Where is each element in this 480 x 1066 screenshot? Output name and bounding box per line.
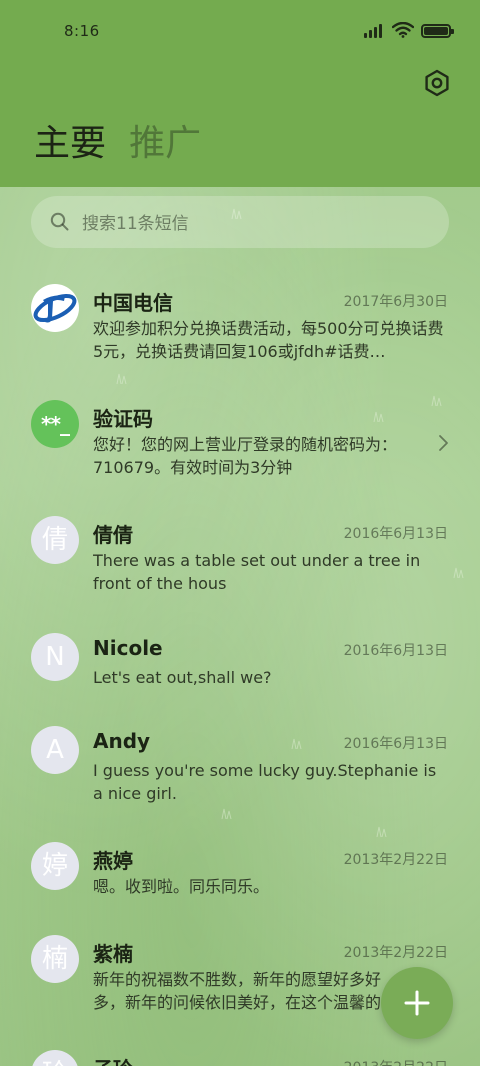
message-date: 2016年6月13日 [343,643,448,659]
contact-name: 验证码 [93,407,153,431]
china-telecom-logo-icon [32,285,78,331]
settings-icon[interactable] [422,68,452,98]
message-preview: 欢迎参加积分兑换话费活动，每500分可兑换话费5元，兑换话费请回复106或jfd… [93,319,444,361]
grass-decoration [431,395,442,406]
signal-icon [364,24,386,38]
contact-name: Nicole [93,636,163,660]
grass-decoration [453,567,464,578]
message-preview: 您好！您的网上营业厅登录的随机密码为：710679。有效时间为3分钟 [93,435,398,477]
chevron-right-icon[interactable] [436,434,450,452]
contact-name: 紫楠 [93,942,133,966]
message-preview: I guess you're some lucky guy.Stephanie … [93,761,437,803]
grass-decoration [373,411,384,422]
message-date: 2013年2月22日 [343,852,448,868]
contact-name: 中国电信 [93,291,173,315]
grass-decoration [221,808,232,819]
grass-decoration [116,373,127,384]
message-preview: 嗯。收到啦。同乐同乐。 [93,877,270,896]
plus-icon [404,990,430,1016]
search-placeholder: 搜索11条短信 [82,214,189,234]
search-icon [50,212,69,231]
message-date: 2013年2月22日 [344,1057,448,1066]
tab-bar: 主要 推广 [34,120,219,170]
avatar: 倩 [31,516,79,564]
app-header: 8:16 主要 推广 [0,0,480,187]
avatar: 楠 [31,935,79,983]
battery-icon [421,24,454,38]
message-date: 2016年6月13日 [343,526,448,542]
status-bar: 8:16 [0,0,480,62]
message-date: 2016年6月13日 [343,736,448,752]
avatar: N [31,633,79,681]
tab-promotions[interactable]: 推广 [129,120,201,168]
avatar: **_ [31,400,79,448]
contact-name: 倩倩 [93,523,133,547]
grass-decoration [291,738,302,749]
wifi-icon [392,22,414,38]
message-date: 2013年2月22日 [343,945,448,961]
message-preview: 新年的祝福数不胜数，新年的愿望好多好多，新年的问候依旧美好，在这个温馨的时刻 [93,970,382,1012]
contact-name: Andy [93,729,151,753]
avatar [31,284,79,332]
contact-name: 燕婷 [93,849,133,873]
new-message-button[interactable] [381,967,453,1039]
search-bar[interactable]: 搜索11条短信 [31,196,449,248]
message-date: 2017年6月30日 [343,294,448,310]
message-preview: There was a table set out under a tree i… [93,551,421,593]
message-preview: Let's eat out,shall we? [93,668,272,687]
avatar: 玲 [31,1050,79,1066]
avatar: 婷 [31,842,79,890]
tab-primary[interactable]: 主要 [34,120,106,168]
contact-name: 子玲 [93,1053,133,1066]
grass-decoration [376,826,387,837]
status-time: 8:16 [64,22,100,40]
status-icons [364,22,454,40]
avatar: A [31,726,79,774]
